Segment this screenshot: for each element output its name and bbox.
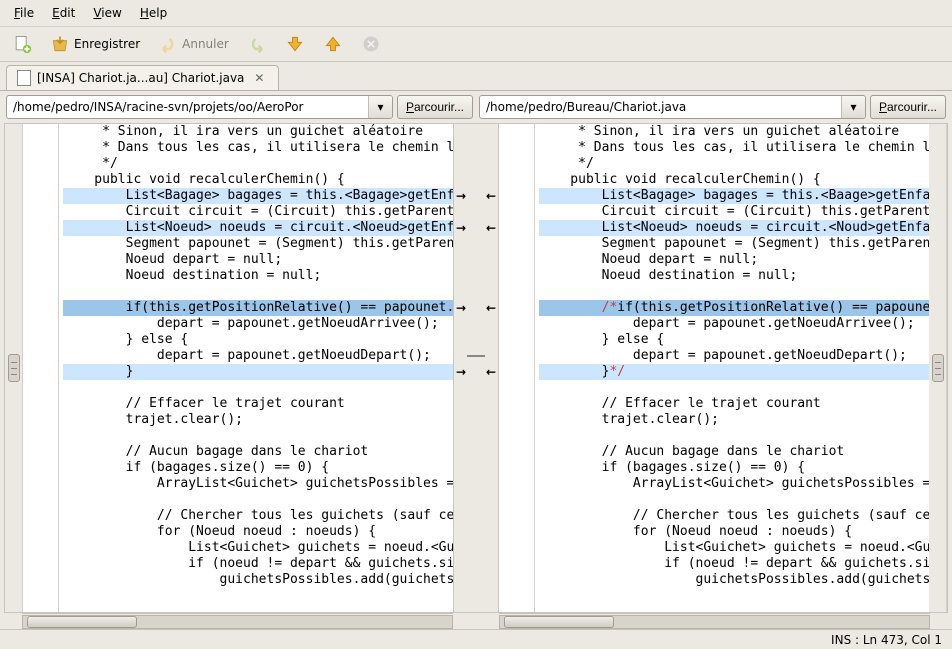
path-right-combo[interactable]: ▾ (479, 95, 866, 119)
menu-view[interactable]: View (85, 3, 129, 23)
menu-edit[interactable]: Edit (44, 3, 83, 23)
merge-left-icon[interactable]: ← (486, 365, 496, 379)
pathbar: ▾ Parcourir... ▾ Parcourir... (0, 91, 952, 123)
arrow-up-button[interactable] (317, 31, 349, 57)
path-left-combo[interactable]: ▾ (6, 95, 393, 119)
merge-left-icon[interactable]: ← (486, 189, 496, 203)
gutter-handle-icon[interactable] (932, 354, 944, 382)
new-doc-icon (12, 34, 32, 54)
merge-left-icon[interactable]: ← (486, 221, 496, 235)
menubar: File Edit View Help (0, 0, 952, 27)
tab-close-icon[interactable]: ✕ (250, 71, 268, 85)
left-pane[interactable]: * Sinon, il ira vers un guichet aléatoir… (23, 124, 453, 612)
arrow-up-icon (323, 34, 343, 54)
undo-label: Annuler (182, 37, 229, 51)
right-scrollbar[interactable] (499, 613, 930, 629)
scrollbars (4, 613, 948, 629)
menu-help[interactable]: Help (132, 3, 175, 23)
right-code[interactable]: * Sinon, il ira vers un guichet aléatoir… (499, 124, 929, 588)
tabbar: [INSA] Chariot.ja...au] Chariot.java ✕ (0, 62, 952, 91)
diff-area: * Sinon, il ira vers un guichet aléatoir… (4, 123, 948, 613)
tab-chariot[interactable]: [INSA] Chariot.ja...au] Chariot.java ✕ (6, 65, 279, 90)
diff-connector: → ← → ← → ← → ← (453, 124, 499, 612)
left-gutter (5, 124, 23, 612)
merge-right-icon[interactable]: → (456, 365, 466, 379)
save-icon (50, 34, 70, 54)
left-code[interactable]: * Sinon, il ira vers un guichet aléatoir… (23, 124, 453, 588)
merge-right-icon[interactable]: → (456, 301, 466, 315)
save-label: Enregistrer (74, 37, 140, 51)
close-icon (361, 34, 381, 54)
statusbar: INS : Ln 473, Col 1 (0, 629, 952, 649)
path-left-input[interactable] (7, 97, 368, 117)
path-right-input[interactable] (480, 97, 841, 117)
left-scrollbar[interactable] (22, 613, 453, 629)
right-gutter (929, 124, 947, 612)
undo-button[interactable]: Annuler (152, 31, 235, 57)
right-margin (499, 124, 535, 612)
merge-right-icon[interactable]: → (456, 221, 466, 235)
undo-icon (158, 34, 178, 54)
save-button[interactable]: Enregistrer (44, 31, 146, 57)
browse-left-button[interactable]: Parcourir... (397, 95, 473, 119)
chevron-down-icon[interactable]: ▾ (368, 96, 392, 118)
arrow-down-button[interactable] (279, 31, 311, 57)
redo-icon (247, 34, 267, 54)
new-button[interactable] (6, 31, 38, 57)
toolbar: Enregistrer Annuler (0, 27, 952, 62)
tab-label: [INSA] Chariot.ja...au] Chariot.java (37, 71, 244, 85)
left-margin (23, 124, 59, 612)
status-text: INS : Ln 473, Col 1 (831, 633, 942, 647)
stop-button[interactable] (355, 31, 387, 57)
chevron-down-icon[interactable]: ▾ (841, 96, 865, 118)
right-pane[interactable]: * Sinon, il ira vers un guichet aléatoir… (499, 124, 929, 612)
browse-right-button[interactable]: Parcourir... (870, 95, 946, 119)
merge-right-icon[interactable]: → (456, 189, 466, 203)
menu-file[interactable]: File (6, 3, 42, 23)
merge-left-icon[interactable]: ← (486, 301, 496, 315)
doc-icon (17, 70, 31, 86)
arrow-down-icon (285, 34, 305, 54)
gutter-handle-icon[interactable] (8, 354, 20, 382)
redo-button[interactable] (241, 31, 273, 57)
